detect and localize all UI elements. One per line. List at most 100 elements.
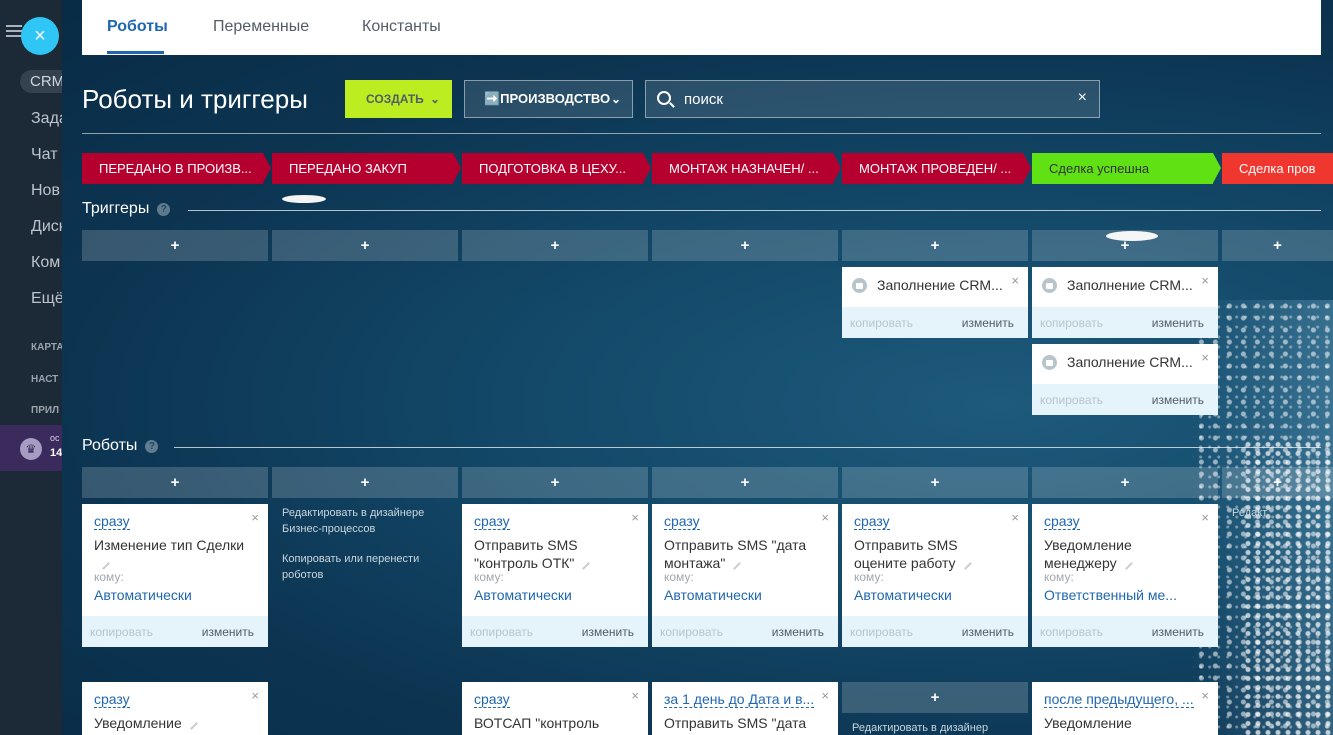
sidebar-item-news[interactable]: Нов [31, 182, 60, 200]
delete-robot-icon[interactable]: × [251, 510, 259, 525]
delete-robot-icon[interactable]: × [631, 510, 639, 525]
delete-trigger-icon[interactable]: × [1201, 273, 1209, 288]
add-robot-button[interactable]: + [842, 467, 1028, 498]
stage-1[interactable]: ПЕРЕДАНО В ПРОИЗВ... [82, 153, 263, 184]
create-button[interactable]: СОЗДАТЬ ⌄ [345, 80, 452, 118]
robot-recipient[interactable]: Автоматически [854, 587, 1019, 603]
add-robot-button[interactable]: + [652, 467, 838, 498]
robot-card[interactable]: за 1 день до Дата и в... × Отправить SMS… [652, 682, 838, 735]
promo-banner[interactable]: ♛ ос 14 [0, 425, 62, 471]
delete-robot-icon[interactable]: × [1201, 688, 1209, 703]
add-trigger-button[interactable]: + [1222, 230, 1333, 261]
robot-card[interactable]: сразу × Уведомление [82, 682, 268, 735]
robot-timing-link[interactable]: сразу [94, 513, 130, 530]
delete-robot-icon[interactable]: × [631, 688, 639, 703]
pencil-icon[interactable] [958, 557, 972, 570]
robot-recipient[interactable]: Автоматически [474, 587, 639, 603]
copy-link[interactable]: копировать [850, 625, 913, 639]
copy-link[interactable]: копировать [1040, 625, 1103, 639]
pipeline-selector[interactable]: ➡️ПРОИЗВОДСТВО ⌄ [464, 80, 633, 118]
add-trigger-button[interactable]: + [462, 230, 648, 261]
add-robot-button[interactable]: + [1032, 467, 1218, 498]
sidebar-item-companies[interactable]: Ком [31, 254, 60, 272]
delete-robot-icon[interactable]: × [1011, 510, 1019, 525]
add-trigger-button[interactable]: + [82, 230, 268, 261]
trigger-card[interactable]: Заполнение CRM... × копировать изменить [1032, 267, 1218, 338]
add-trigger-button[interactable]: + [652, 230, 838, 261]
copy-link[interactable]: копировать [1040, 316, 1103, 330]
robot-card[interactable]: сразу × Отправить SMS "контроль ОТК" ком… [462, 504, 648, 647]
robot-card[interactable]: сразу × Изменение тип Сделки кому: Автом… [82, 504, 268, 647]
add-trigger-button[interactable]: + [272, 230, 458, 261]
copy-link[interactable]: копировать [660, 625, 723, 639]
add-robot-button[interactable]: + [82, 467, 268, 498]
edit-link[interactable]: изменить [962, 316, 1014, 330]
help-icon[interactable]: ? [157, 203, 171, 216]
robot-timing-link[interactable]: после предыдущего, ... [1044, 691, 1194, 708]
trigger-card[interactable]: Заполнение CRM... × копировать изменить [1032, 344, 1218, 415]
help-icon[interactable]: ? [145, 440, 159, 453]
robot-card[interactable]: сразу × Отправить SMS "дата монтажа" ком… [652, 504, 838, 647]
edit-link[interactable]: изменить [202, 625, 254, 639]
robot-recipient[interactable]: Автоматически [94, 587, 259, 603]
sidebar-item-crm[interactable]: CRM [20, 70, 62, 93]
copy-link[interactable]: копировать [850, 316, 913, 330]
copy-link[interactable]: копировать [90, 625, 153, 639]
pencil-icon[interactable] [1119, 557, 1133, 570]
delete-robot-icon[interactable]: × [1201, 510, 1209, 525]
robot-timing-link[interactable]: сразу [664, 513, 700, 530]
stage-6[interactable]: Сделка успешна [1032, 153, 1213, 184]
add-robot-button[interactable]: + [462, 467, 648, 498]
pencil-icon[interactable] [184, 717, 198, 730]
designer-edit-link[interactable]: Редактировать в дизайнер [852, 720, 1022, 735]
robot-timing-link[interactable]: за 1 день до Дата и в... [664, 691, 815, 708]
edit-link[interactable]: изменить [1152, 316, 1204, 330]
delete-trigger-icon[interactable]: × [1011, 273, 1019, 288]
sidebar-item-disk[interactable]: Диск [31, 218, 62, 236]
robot-card[interactable]: сразу × Отправить SMS оцените работу ком… [842, 504, 1028, 647]
robot-card[interactable]: сразу × Уведомление менеджеру кому: Отве… [1032, 504, 1218, 647]
pencil-icon[interactable] [577, 557, 591, 570]
sidebar-item-tasks[interactable]: Зада [31, 110, 62, 128]
search-input[interactable] [684, 81, 1064, 117]
copy-move-robots-link[interactable]: Копировать или перенести роботов [282, 551, 442, 583]
close-slider-button[interactable]: × [21, 17, 59, 55]
robot-card[interactable]: сразу × ВОТСАП "контроль [462, 682, 648, 735]
robot-timing-link[interactable]: сразу [1044, 513, 1080, 530]
edit-link[interactable]: изменить [582, 625, 634, 639]
edit-link[interactable]: изменить [1152, 393, 1204, 407]
trigger-card[interactable]: Заполнение CRM... × копировать изменить [842, 267, 1028, 338]
designer-edit-link[interactable]: Редактировать в дизайнере Бизнес-процесс… [282, 505, 452, 537]
pencil-icon[interactable] [728, 557, 742, 570]
stage-3[interactable]: ПОДГОТОВКА В ЦЕХУ... [462, 153, 643, 184]
stage-4[interactable]: МОНТАЖ НАЗНАЧЕН/ ... [652, 153, 833, 184]
robot-timing-link[interactable]: сразу [474, 691, 510, 708]
robot-timing-link[interactable]: сразу [854, 513, 890, 530]
designer-edit-link[interactable]: Редакт [1232, 505, 1333, 521]
tab-robots[interactable]: Роботы [107, 18, 168, 36]
add-robot-button[interactable]: + [1222, 467, 1333, 498]
copy-link[interactable]: копировать [1040, 393, 1103, 407]
add-robot-button[interactable]: + [842, 682, 1028, 713]
delete-robot-icon[interactable]: × [251, 688, 259, 703]
robot-timing-link[interactable]: сразу [474, 513, 510, 530]
delete-robot-icon[interactable]: × [821, 510, 829, 525]
robot-recipient[interactable]: Автоматически [664, 587, 829, 603]
sidebar-item-more[interactable]: Ещё [31, 290, 62, 308]
delete-robot-icon[interactable]: × [821, 688, 829, 703]
add-robot-button[interactable]: + [272, 467, 458, 498]
edit-link[interactable]: изменить [772, 625, 824, 639]
add-trigger-button[interactable]: + [842, 230, 1028, 261]
tab-variables[interactable]: Переменные [213, 18, 309, 36]
robot-card[interactable]: после предыдущего, ... × Уведомление [1032, 682, 1218, 735]
robot-recipient[interactable]: Ответственный ме... [1044, 587, 1209, 603]
robot-timing-link[interactable]: сразу [94, 691, 130, 708]
add-trigger-button[interactable]: + [1032, 230, 1218, 261]
delete-trigger-icon[interactable]: × [1201, 350, 1209, 365]
stage-2[interactable]: ПЕРЕДАНО ЗАКУП [272, 153, 453, 184]
stage-5[interactable]: МОНТАЖ ПРОВЕДЕН/ ... [842, 153, 1023, 184]
menu-icon[interactable] [6, 25, 22, 38]
sidebar-section-apps[interactable]: ПРИЛ [31, 405, 59, 416]
tab-constants[interactable]: Константы [362, 18, 441, 36]
copy-link[interactable]: копировать [470, 625, 533, 639]
